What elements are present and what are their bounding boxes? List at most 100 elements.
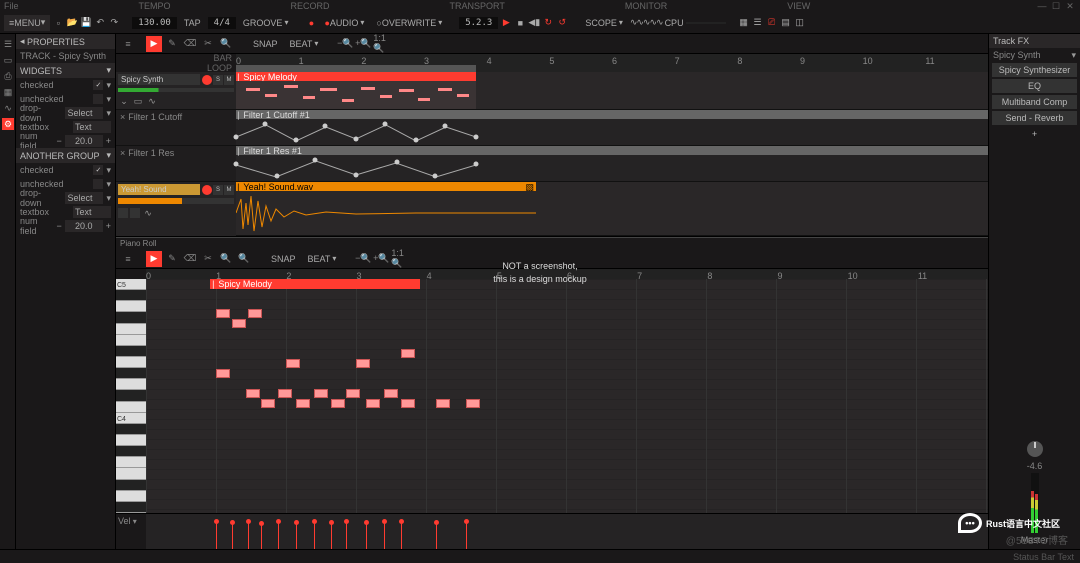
automation-lane-res[interactable]: ×Filter 1 Res ▏Filter 1 Res #1 [116, 146, 988, 182]
proll-menu-icon[interactable]: ≡ [120, 251, 136, 267]
scope-button[interactable]: SCOPE [580, 15, 628, 31]
snap-button[interactable]: SNAP [248, 36, 283, 52]
prop-checked[interactable]: checked▾ [16, 78, 115, 92]
midi-clip[interactable]: ▏Spicy Melody [236, 72, 476, 109]
proll-snap-button[interactable]: SNAP [266, 251, 301, 267]
window-max-icon[interactable]: ☐ [1050, 0, 1062, 12]
track-automation-icon[interactable]: ⌄ [118, 95, 130, 107]
open-icon[interactable]: 📂 [66, 17, 78, 29]
track-name[interactable]: Yeah! Sound [118, 184, 200, 195]
record-arm-icon[interactable]: ● [305, 17, 317, 29]
tool-cut-icon[interactable]: ✂ [200, 36, 216, 52]
properties-header[interactable]: ◂ PROPERTIES [16, 34, 115, 49]
proll-cut-icon[interactable]: ✂ [200, 251, 216, 267]
record-behavior-select[interactable]: ○ OVERWRITE [371, 15, 447, 31]
track-fader[interactable] [118, 88, 234, 92]
track-mute-icon[interactable]: M [224, 75, 234, 85]
fx-item-comp[interactable]: Multiband Comp [992, 95, 1077, 109]
rail-track-icon[interactable]: ▭ [2, 54, 14, 66]
track-io-icon[interactable] [118, 208, 128, 218]
prop2-numfield[interactable]: num field−20.0+ [16, 219, 115, 233]
tool-zoom-icon[interactable]: 🔍 [218, 36, 234, 52]
track-fx-icon[interactable]: ∿ [146, 95, 158, 107]
proll-zoomfit-icon[interactable]: 1:1🔍 [391, 251, 407, 267]
proll-grid-button[interactable]: BEAT [303, 251, 342, 267]
proll-zoomout-icon[interactable]: −🔍 [355, 251, 371, 267]
pianoroll-ruler[interactable]: 01234567891011 [146, 269, 988, 279]
prop-numfield[interactable]: num field−20.0+ [16, 134, 115, 148]
properties-group-another[interactable]: ANOTHER GROUP▾ [16, 148, 115, 163]
prop-dropdown[interactable]: drop-downSelect▾ [16, 106, 115, 120]
redo-icon[interactable]: ↷ [108, 17, 120, 29]
grid-button[interactable]: BEAT [285, 36, 324, 52]
tap-button[interactable]: TAP [179, 15, 206, 31]
view-piano-icon[interactable]: ▤ [780, 17, 792, 29]
timesig-display[interactable]: 4/4 [208, 17, 236, 29]
view-mixer-icon[interactable]: ⎚ [766, 17, 778, 29]
fx-add-button[interactable]: + [992, 127, 1077, 141]
track-spicy-synth[interactable]: Spicy Synth S M ⌄ ▭ ∿ [116, 72, 988, 110]
track-fader[interactable] [118, 198, 234, 204]
prop2-checked[interactable]: checked▾ [16, 163, 115, 177]
arranger-menu-icon[interactable]: ≡ [120, 36, 136, 52]
tool-pointer-icon[interactable]: ▶ [146, 36, 162, 52]
rail-audio-icon[interactable]: ∿ [2, 102, 14, 114]
record-mode-select[interactable]: ● AUDIO [319, 15, 369, 31]
track-phase-icon[interactable] [130, 208, 140, 218]
velocity-lane[interactable]: Vel ▾ [116, 513, 988, 549]
track-name[interactable]: Spicy Synth [118, 74, 200, 85]
stop-icon[interactable]: ■ [514, 17, 526, 29]
track-rec-icon[interactable] [202, 75, 212, 85]
fx-item-eq[interactable]: EQ [992, 79, 1077, 93]
view-grid-icon[interactable]: ▦ [738, 17, 750, 29]
rewind-icon[interactable]: ◀▮ [528, 17, 540, 29]
zoom-fit-icon[interactable]: 1:1🔍 [373, 36, 389, 52]
rail-properties-icon[interactable]: ⚙ [2, 118, 14, 130]
track-instrument-icon[interactable]: ▭ [132, 95, 144, 107]
track-mute-icon[interactable]: M [224, 185, 234, 195]
tool-pencil-icon[interactable]: ✎ [164, 36, 180, 52]
track-wave-icon[interactable]: ∿ [142, 207, 154, 219]
loop2-icon[interactable]: ↺ [556, 17, 568, 29]
view-split-icon[interactable]: ◫ [794, 17, 806, 29]
window-close-icon[interactable]: ✕ [1064, 0, 1076, 12]
new-icon[interactable]: ▫ [52, 17, 64, 29]
pianoroll-grid[interactable]: ▏Spicy Melody [146, 279, 988, 513]
audio-clip[interactable]: ▏Yeah! Sound.wav▧ [236, 182, 536, 235]
track-solo-icon[interactable]: S [213, 75, 223, 85]
menu-button[interactable]: ≡ MENU ▾ [4, 15, 50, 31]
window-min-icon[interactable]: — [1036, 0, 1048, 12]
track-solo-icon[interactable]: S [213, 185, 223, 195]
rail-browser-icon[interactable]: ☰ [2, 38, 14, 50]
tempo-display[interactable]: 130.00 [132, 17, 177, 29]
save-icon[interactable]: 💾 [80, 17, 92, 29]
zoom-in-icon[interactable]: +🔍 [355, 36, 371, 52]
tool-erase-icon[interactable]: ⌫ [182, 36, 198, 52]
automation-lane-cutoff[interactable]: ×Filter 1 Cutoff ▏Filter 1 Cutoff #1 [116, 110, 988, 146]
proll-pencil-icon[interactable]: ✎ [164, 251, 180, 267]
track-rec-icon[interactable] [202, 185, 212, 195]
piano-keys[interactable]: C5 C4 [116, 279, 146, 513]
proll-zoomin-icon[interactable]: +🔍 [373, 251, 389, 267]
groove-button[interactable]: GROOVE [238, 15, 294, 31]
prop2-dropdown[interactable]: drop-downSelect▾ [16, 191, 115, 205]
loop-region[interactable] [236, 65, 476, 72]
proll-zoom2-icon[interactable]: 🔍 [236, 251, 252, 267]
proll-zoom-icon[interactable]: 🔍 [218, 251, 234, 267]
zoom-out-icon[interactable]: −🔍 [337, 36, 353, 52]
loop-icon[interactable]: ↻ [542, 17, 554, 29]
undo-icon[interactable]: ↶ [94, 17, 106, 29]
play-icon[interactable]: ▶ [500, 17, 512, 29]
lane-close-icon[interactable]: × [120, 112, 125, 122]
track-lane[interactable]: ▏Yeah! Sound.wav▧ [236, 182, 988, 235]
proll-erase-icon[interactable]: ⌫ [182, 251, 198, 267]
timeline-ruler[interactable]: 01234567891011 [236, 54, 988, 72]
proll-pointer-icon[interactable]: ▶ [146, 251, 162, 267]
fx-item-synth[interactable]: Spicy Synthesizer [992, 63, 1077, 77]
track-yeah-sound[interactable]: Yeah! Sound S M ∿ [116, 182, 988, 236]
rail-piano-icon[interactable]: ⎙ [2, 70, 14, 82]
view-list-icon[interactable]: ☰ [752, 17, 764, 29]
rail-midi-icon[interactable]: ▦ [2, 86, 14, 98]
lane-close-icon[interactable]: × [120, 148, 125, 158]
menu-file[interactable]: File [4, 1, 19, 11]
